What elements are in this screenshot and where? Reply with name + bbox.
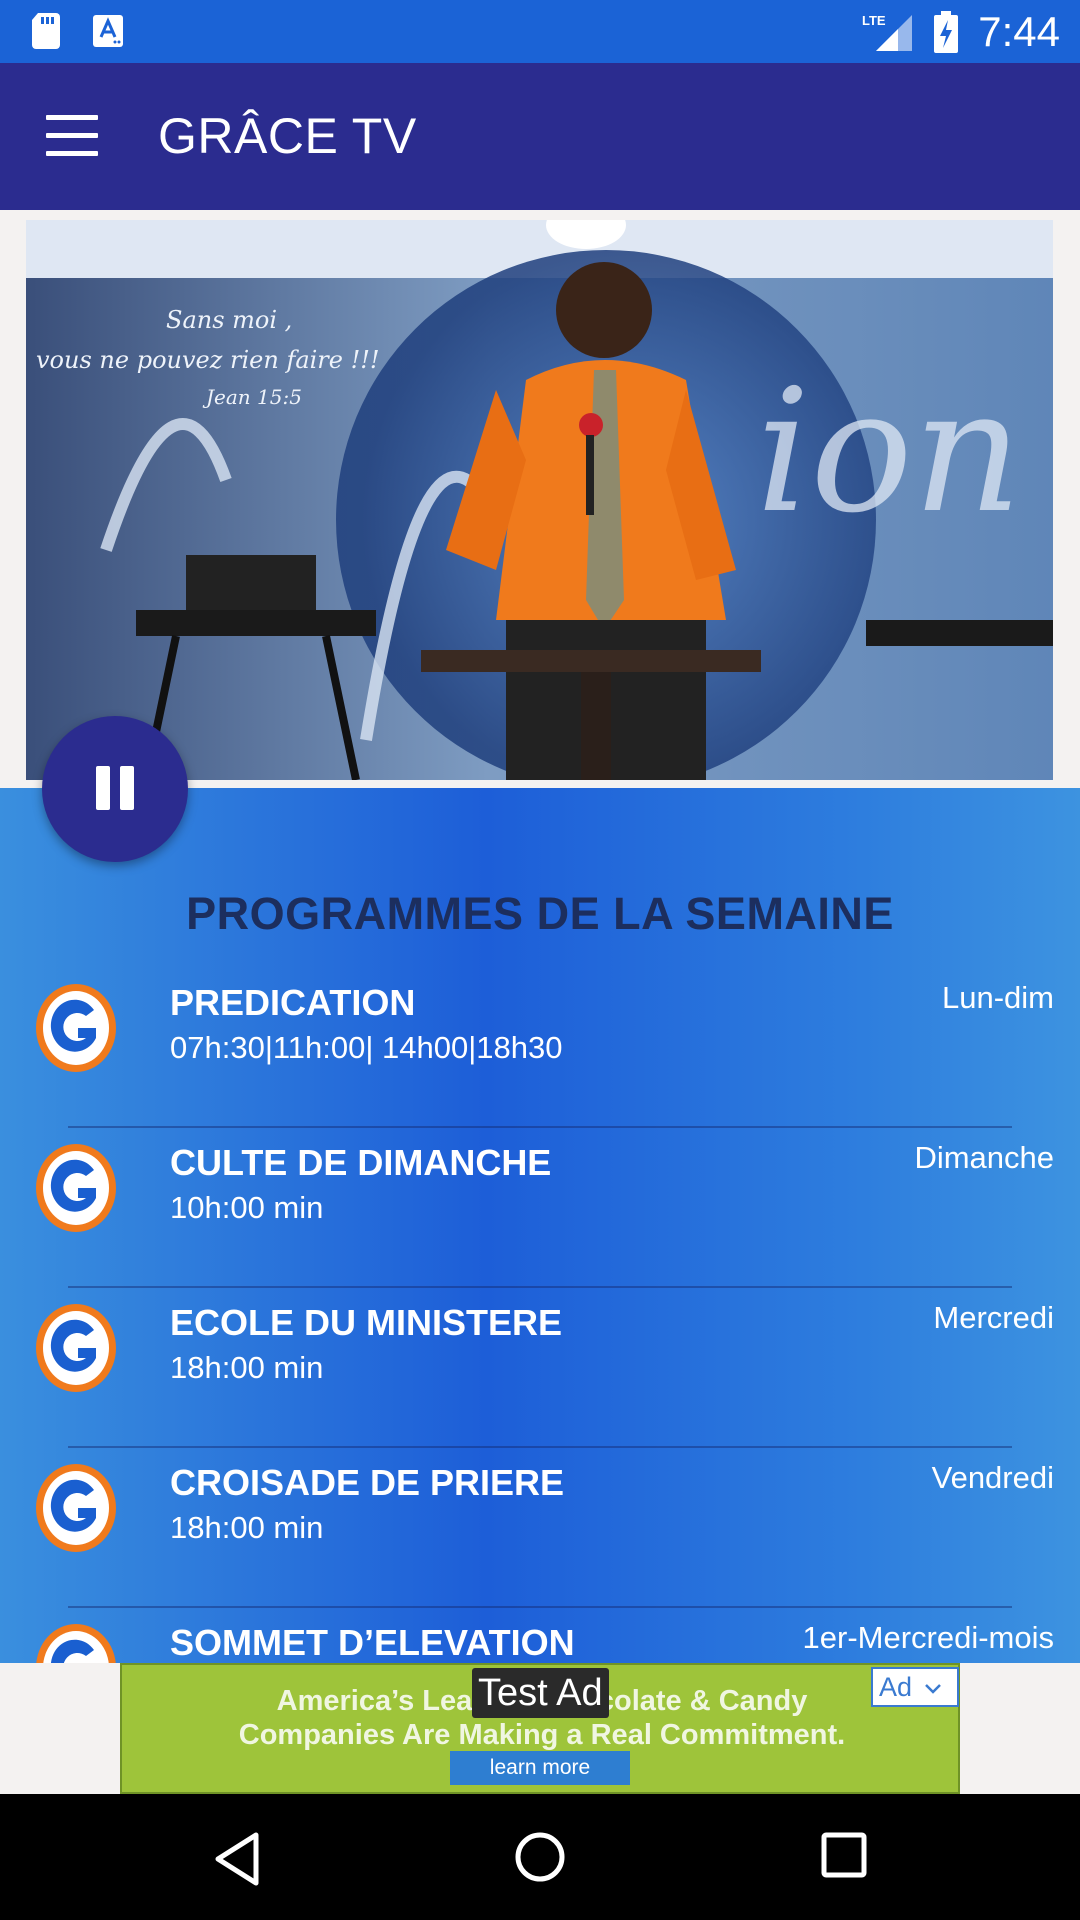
recents-icon[interactable] bbox=[820, 1831, 868, 1879]
program-day: Vendredi bbox=[931, 1460, 1054, 1495]
svg-text:ion: ion bbox=[756, 353, 1022, 551]
grace-g-logo-icon bbox=[36, 984, 116, 1072]
program-list: PREDICATION 07h:30|11h:00| 14h00|18h30 L… bbox=[0, 968, 1080, 1663]
hamburger-menu-icon[interactable] bbox=[46, 115, 98, 157]
notification-icons bbox=[30, 12, 124, 50]
pause-icon-bar bbox=[120, 766, 134, 810]
program-time: 07h:30|11h:00| 14h00|18h30 bbox=[170, 1030, 563, 1065]
program-day: Dimanche bbox=[914, 1140, 1054, 1175]
battery-charging-icon bbox=[934, 11, 959, 53]
status-bar: LTE 7:44 bbox=[0, 0, 1080, 63]
video-frame-image: ion Sans moi , vous ne pouvez rien faire… bbox=[26, 220, 1053, 780]
program-name: PREDICATION bbox=[170, 982, 416, 1023]
grace-g-logo-icon bbox=[36, 1624, 116, 1663]
program-name: SOMMET D’ELEVATION bbox=[170, 1622, 575, 1663]
ad-headline-2: Companies Are Making a Real Commitment. bbox=[238, 1719, 846, 1751]
a-notification-icon bbox=[93, 15, 123, 47]
clock: 7:44 bbox=[978, 8, 1060, 55]
back-icon[interactable] bbox=[212, 1831, 262, 1887]
ad-area: America’s Leading Chocolate & Candy Comp… bbox=[0, 1663, 1080, 1794]
program-name: CROISADE DE PRIERE bbox=[170, 1462, 565, 1503]
program-row[interactable]: SOMMET D’ELEVATION 1er-Mercredi-mois bbox=[0, 1608, 1080, 1663]
programs-title: PROGRAMMES DE LA SEMAINE bbox=[186, 888, 894, 939]
program-row[interactable]: ECOLE DU MINISTERE 18h:00 min Mercredi bbox=[0, 1288, 1080, 1448]
ad-banner[interactable]: America’s Leading Chocolate & Candy Comp… bbox=[120, 1663, 960, 1794]
app-title: GRÂCE TV bbox=[158, 108, 417, 164]
overlay-verse-line1: Sans moi , bbox=[166, 306, 292, 334]
program-name: CULTE DE DIMANCHE bbox=[170, 1142, 552, 1183]
program-time: 18h:00 min bbox=[170, 1510, 324, 1545]
program-row[interactable]: PREDICATION 07h:30|11h:00| 14h00|18h30 L… bbox=[0, 968, 1080, 1128]
program-day: Lun-dim bbox=[942, 980, 1054, 1015]
program-day: Mercredi bbox=[933, 1300, 1054, 1335]
video-player[interactable]: ion Sans moi , vous ne pouvez rien faire… bbox=[26, 220, 1053, 780]
overlay-verse-ref: Jean 15:5 bbox=[202, 385, 302, 409]
program-time: 10h:00 min bbox=[170, 1190, 324, 1225]
grace-g-logo-icon bbox=[36, 1464, 116, 1552]
program-name: ECOLE DU MINISTERE bbox=[170, 1302, 563, 1343]
home-icon[interactable] bbox=[514, 1831, 566, 1883]
chevron-down-icon bbox=[924, 1683, 941, 1694]
pause-icon bbox=[96, 766, 110, 810]
grace-g-logo-icon bbox=[36, 1144, 116, 1232]
ad-choices-badge[interactable]: Ad bbox=[871, 1667, 959, 1707]
programs-panel: PROGRAMMES DE LA SEMAINE PREDICATION 07h… bbox=[0, 788, 1080, 1663]
ad-badge-label: Ad bbox=[879, 1672, 913, 1702]
overlay-verse-line2: vous ne pouvez rien faire !!! bbox=[36, 346, 380, 374]
video-player-area: ion Sans moi , vous ne pouvez rien faire… bbox=[0, 210, 1080, 788]
pause-button[interactable] bbox=[42, 716, 188, 862]
program-row[interactable]: CROISADE DE PRIERE 18h:00 min Vendredi bbox=[0, 1448, 1080, 1608]
app-bar: GRÂCE TV bbox=[0, 63, 1080, 210]
test-ad-label: Test Ad bbox=[472, 1668, 609, 1718]
sd-card-icon bbox=[32, 13, 60, 49]
signal-icon: LTE bbox=[862, 13, 913, 51]
program-row[interactable]: CULTE DE DIMANCHE 10h:00 min Dimanche bbox=[0, 1128, 1080, 1288]
ad-learn-more-button[interactable]: learn more bbox=[450, 1751, 630, 1785]
system-navigation-bar bbox=[0, 1794, 1080, 1920]
program-day: 1er-Mercredi-mois bbox=[802, 1620, 1054, 1655]
network-label: LTE bbox=[862, 13, 886, 28]
grace-g-logo-icon bbox=[36, 1304, 116, 1392]
program-time: 18h:00 min bbox=[170, 1350, 324, 1385]
